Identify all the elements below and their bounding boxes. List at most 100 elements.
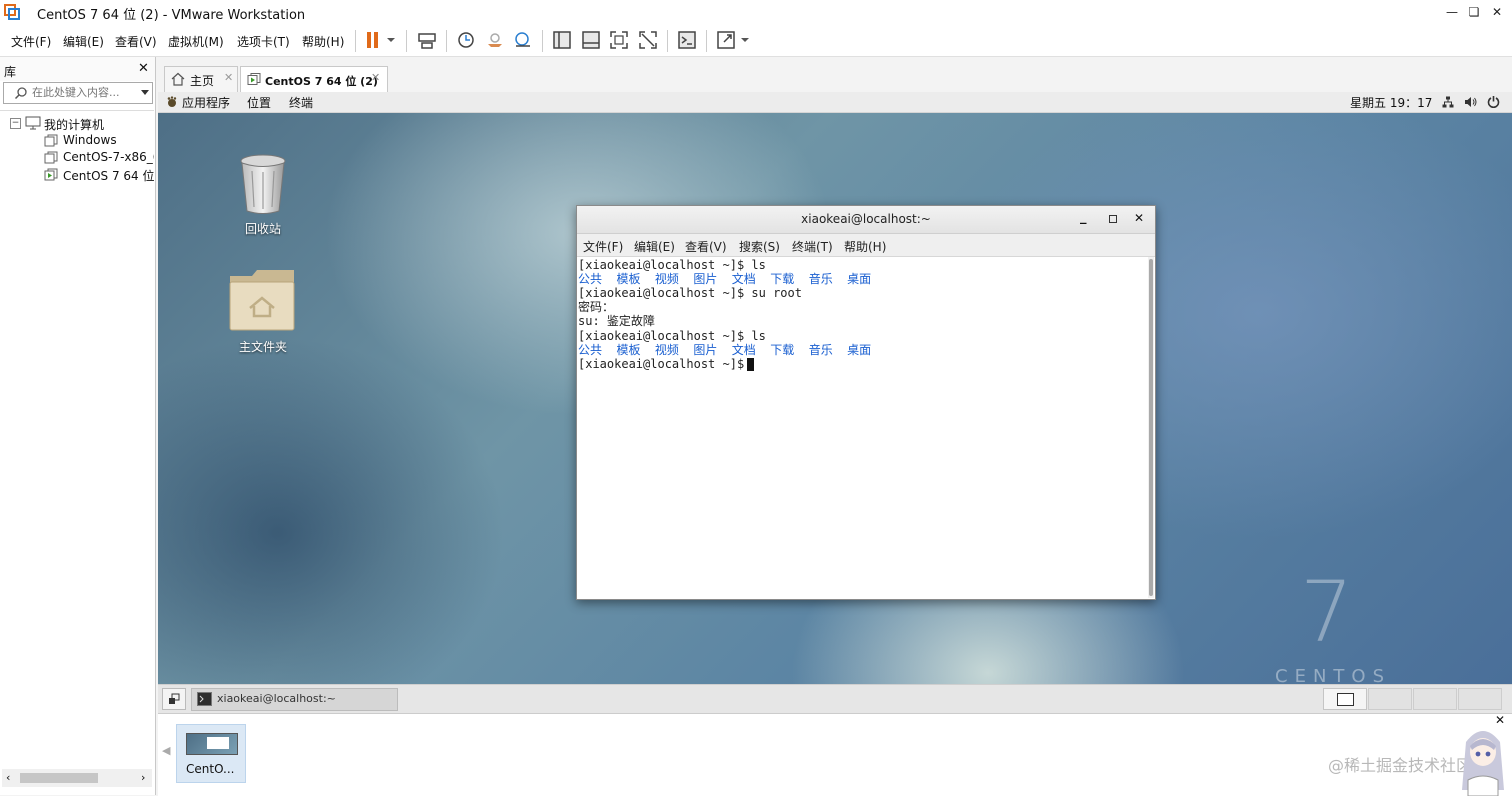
tab-centos[interactable]: CentOS 7 64 位 (2) ✕: [240, 66, 388, 92]
terminal-output[interactable]: [xiaokeai@localhost ~]$ ls 公共 模板 视频 图片 文…: [577, 257, 1147, 598]
terminal-app-menu[interactable]: 终端: [289, 94, 313, 111]
home-icon: [171, 72, 185, 86]
unity-mode-icon[interactable]: [638, 30, 658, 50]
snapshot-manager-icon[interactable]: [513, 30, 533, 50]
scroll-right-icon[interactable]: ›: [141, 771, 145, 784]
home-folder-icon[interactable]: [228, 266, 296, 332]
terminal-line: 公共 模板 视频 图片 文档 下载 音乐 桌面: [578, 343, 872, 357]
applications-menu[interactable]: 应用程序: [182, 94, 230, 111]
menu-vm[interactable]: 虚拟机(M): [168, 33, 224, 50]
guest-screen[interactable]: 应用程序 位置 终端 星期五 19：17 回收站 主文件夹 7 CENTOS x…: [158, 92, 1512, 684]
desktop[interactable]: 回收站 主文件夹 7 CENTOS xiaokeai@localhost:~ _…: [158, 113, 1512, 684]
workspace-window-preview: [1337, 693, 1354, 706]
terminal-menu-terminal[interactable]: 终端(T): [792, 238, 833, 255]
library-header: 库 ✕: [0, 57, 155, 81]
volume-icon[interactable]: [1464, 96, 1477, 108]
close-window-button[interactable]: ✕: [1487, 3, 1507, 21]
menu-view[interactable]: 查看(V): [115, 33, 157, 50]
vm-running-icon: [247, 73, 261, 85]
tree-item-label: 我的计算机: [44, 118, 105, 132]
terminal-title: xiaokeai@localhost:~: [801, 212, 931, 226]
library-horizontal-scrollbar[interactable]: ‹ ›: [2, 769, 152, 787]
revert-snapshot-icon[interactable]: [485, 30, 505, 50]
toolbar-separator: [706, 30, 707, 52]
minimize-button[interactable]: —: [1442, 3, 1462, 21]
close-tab-icon[interactable]: ✕: [224, 71, 233, 84]
taskbar-item-label: xiaokeai@localhost:~: [217, 692, 336, 705]
terminal-menu-view[interactable]: 查看(V): [685, 238, 727, 255]
full-screen-icon[interactable]: [609, 30, 629, 50]
terminal-menu-search[interactable]: 搜索(S): [739, 238, 780, 255]
terminal-window[interactable]: xiaokeai@localhost:~ _ ✕ 文件(F) 编辑(E) 查看(…: [576, 205, 1156, 600]
window-titlebar: CentOS 7 64 位 (2) - VMware Workstation —…: [0, 0, 1512, 24]
show-thumbnail-bar-icon[interactable]: [581, 30, 601, 50]
vm-thumbnail-label: CentO...: [186, 762, 235, 776]
vm-thumbnail[interactable]: CentO...: [176, 724, 246, 783]
vm-thumbnail-window: [207, 737, 229, 749]
network-icon[interactable]: [1442, 96, 1454, 108]
console-view-icon[interactable]: [677, 30, 697, 50]
library-search[interactable]: [3, 82, 153, 104]
show-desktop-button[interactable]: [162, 688, 186, 710]
tree-item-centos-7[interactable]: CentOS 7 64 位: [0, 166, 154, 183]
tree-item-my-computer[interactable]: − 我的计算机: [0, 115, 154, 132]
power-icon[interactable]: [1487, 95, 1500, 108]
terminal-cursor: [747, 358, 754, 371]
library-search-input[interactable]: [32, 85, 128, 99]
terminal-line: [xiaokeai@localhost ~]$ ls: [578, 329, 766, 343]
terminal-titlebar[interactable]: xiaokeai@localhost:~ _ ✕: [577, 206, 1155, 234]
scroll-left-icon[interactable]: ‹: [6, 771, 10, 784]
tab-label: 主页: [190, 74, 215, 88]
terminal-close-button[interactable]: ✕: [1134, 211, 1144, 225]
thumb-scroll-left-icon[interactable]: ◀: [162, 744, 170, 757]
workspace-1[interactable]: [1323, 688, 1367, 710]
vm-thumbnail-preview: [186, 733, 238, 755]
terminal-menu-file[interactable]: 文件(F): [583, 238, 623, 255]
show-library-icon[interactable]: [552, 30, 572, 50]
desktop-icon-label: 回收站: [244, 222, 281, 236]
window-title: CentOS 7 64 位 (2) - VMware Workstation: [37, 8, 306, 23]
collapse-icon[interactable]: −: [10, 118, 21, 129]
restore-button[interactable]: ❏: [1464, 3, 1484, 21]
terminal-menu-edit[interactable]: 编辑(E): [634, 238, 675, 255]
chevron-down-icon[interactable]: [384, 30, 398, 50]
chevron-down-icon[interactable]: [140, 89, 150, 97]
close-tab-icon[interactable]: ✕: [371, 71, 380, 84]
pause-icon[interactable]: [364, 30, 384, 50]
menu-file[interactable]: 文件(F): [11, 33, 51, 50]
tree-item-centos-x86[interactable]: CentOS-7-x86_64: [0, 149, 154, 166]
gnome-top-bar: 应用程序 位置 终端 星期五 19：17: [158, 92, 1512, 113]
terminal-line: 公共 模板 视频 图片 文档 下载 音乐 桌面: [578, 272, 872, 286]
send-keys-icon[interactable]: [417, 30, 437, 50]
computer-icon: [25, 116, 41, 130]
mascot-icon: [1462, 731, 1504, 796]
toolbar-separator: [667, 30, 668, 52]
places-menu[interactable]: 位置: [247, 94, 271, 111]
tree-item-windows[interactable]: Windows: [0, 132, 154, 149]
stretch-view-icon[interactable]: [716, 30, 736, 50]
terminal-scrollbar-thumb[interactable]: [1149, 259, 1153, 596]
library-title: 库: [4, 65, 17, 79]
taskbar-terminal-item[interactable]: xiaokeai@localhost:~: [191, 688, 398, 711]
terminal-maximize-button[interactable]: [1109, 215, 1117, 223]
chevron-down-icon[interactable]: [738, 30, 752, 50]
trash-icon[interactable]: [238, 153, 288, 215]
vm-running-icon: [44, 168, 58, 181]
centos-watermark-number: 7: [1300, 563, 1354, 661]
snapshot-icon[interactable]: [456, 30, 476, 50]
clock[interactable]: 星期五 19：17: [1350, 94, 1432, 111]
terminal-minimize-button[interactable]: _: [1080, 210, 1087, 225]
toolbar-separator: [446, 30, 447, 52]
workspace-3[interactable]: [1413, 688, 1457, 710]
menu-edit[interactable]: 编辑(E): [63, 33, 104, 50]
terminal-menu-help[interactable]: 帮助(H): [844, 238, 886, 255]
tab-bar: 主页 ✕ CentOS 7 64 位 (2) ✕: [158, 57, 1512, 93]
menu-help[interactable]: 帮助(H): [302, 33, 344, 50]
close-library-button[interactable]: ✕: [138, 61, 149, 76]
workspace-2[interactable]: [1368, 688, 1412, 710]
menu-tabs[interactable]: 选项卡(T): [237, 33, 290, 50]
scrollbar-thumb[interactable]: [20, 773, 98, 783]
workspace-4[interactable]: [1458, 688, 1502, 710]
centos-watermark-word: CENTOS: [1275, 666, 1391, 684]
tab-home[interactable]: 主页 ✕: [164, 66, 238, 92]
